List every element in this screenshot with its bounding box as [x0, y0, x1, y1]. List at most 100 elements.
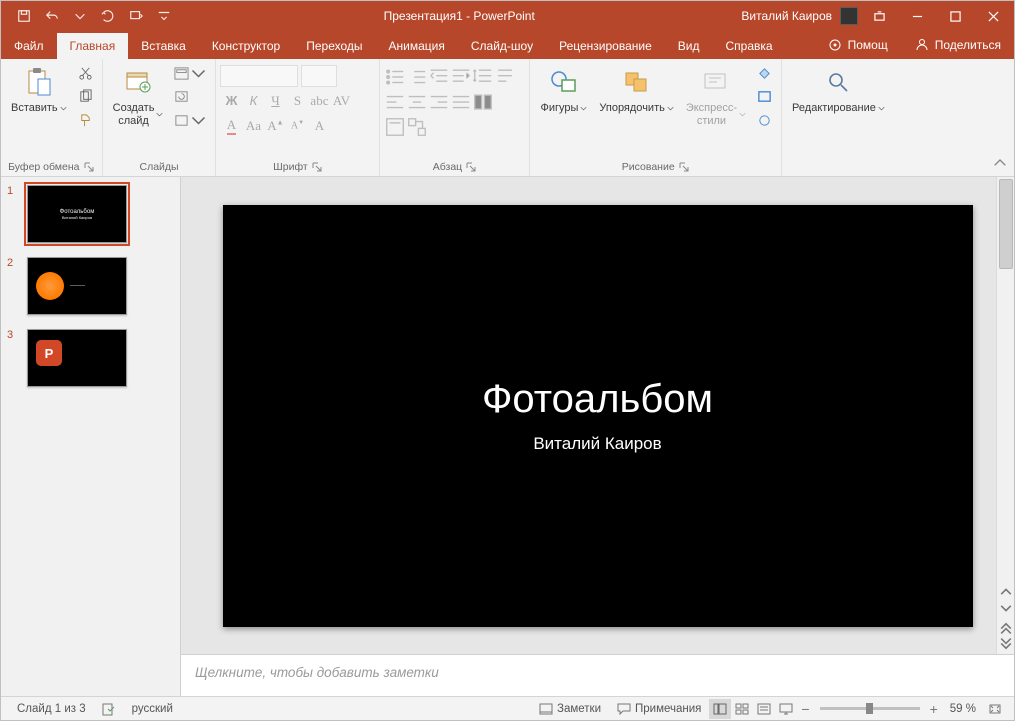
- shape-outline-button[interactable]: [754, 86, 775, 108]
- comments-toggle[interactable]: Примечания: [609, 703, 709, 715]
- tab-animations[interactable]: Анимация: [376, 33, 458, 59]
- strikethrough-button[interactable]: S: [286, 90, 308, 112]
- prev-slide-icon[interactable]: [998, 619, 1014, 635]
- increase-indent-button[interactable]: [450, 66, 472, 88]
- char-spacing-button[interactable]: AV: [330, 90, 352, 112]
- align-right-button[interactable]: [428, 91, 450, 113]
- notes-pane[interactable]: Щелкните, чтобы добавить заметки: [181, 654, 1014, 696]
- save-icon[interactable]: [11, 3, 37, 29]
- tab-review[interactable]: Рецензирование: [546, 33, 665, 59]
- font-launcher-icon[interactable]: [312, 162, 323, 173]
- slide-counter[interactable]: Слайд 1 из 3: [9, 703, 94, 715]
- scroll-down-icon[interactable]: [998, 601, 1014, 617]
- line-spacing-button[interactable]: [472, 66, 494, 88]
- normal-view-icon[interactable]: [709, 699, 731, 719]
- zoom-in-icon[interactable]: +: [930, 701, 938, 717]
- bold-button[interactable]: Ж: [220, 90, 242, 112]
- thumb-number: 2: [7, 257, 13, 269]
- tab-slideshow[interactable]: Слайд-шоу: [458, 33, 546, 59]
- shrink-font-button[interactable]: A▼: [286, 115, 308, 137]
- user-avatar[interactable]: [840, 7, 858, 25]
- language-indicator[interactable]: русский: [124, 703, 181, 715]
- clipboard-launcher-icon[interactable]: [84, 162, 95, 173]
- undo-icon[interactable]: [39, 3, 65, 29]
- align-center-button[interactable]: [406, 91, 428, 113]
- zoom-out-icon[interactable]: −: [801, 701, 809, 717]
- format-painter-button[interactable]: [75, 109, 96, 131]
- thumb-number: 1: [7, 185, 13, 197]
- shape-effects-button[interactable]: [754, 109, 775, 131]
- tab-insert[interactable]: Вставка: [128, 33, 199, 59]
- tell-me[interactable]: Помощ: [814, 31, 901, 59]
- slide-thumbnail-pane[interactable]: 1 ФотоальбомВиталий Каиров 2 ——— 3 P: [1, 177, 181, 696]
- ribbon: Вставить Буфер обмена Создать слайд Слай…: [1, 59, 1014, 177]
- smartart-button[interactable]: [406, 116, 428, 138]
- maximize-icon[interactable]: [938, 1, 972, 31]
- share-button[interactable]: Поделиться: [901, 31, 1014, 59]
- section-button[interactable]: [171, 109, 209, 131]
- font-color-button[interactable]: A: [220, 115, 242, 137]
- scrollbar-thumb[interactable]: [999, 179, 1013, 269]
- reading-view-icon[interactable]: [753, 699, 775, 719]
- slide-canvas[interactable]: Фотоальбом Виталий Каиров: [223, 205, 973, 627]
- start-from-beginning-icon[interactable]: [123, 3, 149, 29]
- slideshow-view-icon[interactable]: [775, 699, 797, 719]
- font-name-combo[interactable]: [220, 65, 298, 87]
- slide-sorter-view-icon[interactable]: [731, 699, 753, 719]
- change-case-button[interactable]: Aa: [242, 115, 264, 137]
- reset-slide-button[interactable]: [171, 86, 209, 108]
- paste-button[interactable]: Вставить: [5, 62, 73, 118]
- slide-canvas-viewport[interactable]: Фотоальбом Виталий Каиров: [181, 177, 1014, 654]
- decrease-indent-button[interactable]: [428, 66, 450, 88]
- editing-button[interactable]: Редактирование: [786, 62, 891, 118]
- vertical-scrollbar[interactable]: [996, 177, 1014, 654]
- close-icon[interactable]: [976, 1, 1010, 31]
- collapse-ribbon-icon[interactable]: [992, 156, 1008, 172]
- zoom-level[interactable]: 59 %: [942, 703, 984, 715]
- spellcheck-icon[interactable]: [94, 702, 124, 716]
- slide-thumb-3[interactable]: 3 P: [27, 329, 172, 387]
- cut-button[interactable]: [75, 63, 96, 85]
- bullets-button[interactable]: [384, 66, 406, 88]
- quick-styles-button[interactable]: Экспресс- стили: [680, 62, 752, 130]
- italic-button[interactable]: К: [242, 90, 264, 112]
- font-size-combo[interactable]: [301, 65, 337, 87]
- align-left-button[interactable]: [384, 91, 406, 113]
- align-text-button[interactable]: [384, 116, 406, 138]
- columns-button[interactable]: [472, 91, 494, 113]
- shapes-button[interactable]: Фигуры: [534, 62, 593, 118]
- qat-customize-icon[interactable]: [151, 3, 177, 29]
- minimize-icon[interactable]: [900, 1, 934, 31]
- arrange-button[interactable]: Упорядочить: [593, 62, 679, 118]
- tab-file[interactable]: Файл: [1, 33, 57, 59]
- tab-home[interactable]: Главная: [57, 33, 129, 59]
- scroll-up-icon[interactable]: [998, 583, 1014, 599]
- slide-layout-button[interactable]: [171, 63, 209, 85]
- tab-help[interactable]: Справка: [712, 33, 785, 59]
- notes-toggle[interactable]: Заметки: [531, 703, 609, 715]
- grow-font-button[interactable]: A▲: [264, 115, 286, 137]
- redo-icon[interactable]: [95, 3, 121, 29]
- zoom-slider[interactable]: [820, 707, 920, 710]
- zoom-slider-knob[interactable]: [866, 703, 873, 714]
- numbering-button[interactable]: [406, 66, 428, 88]
- tab-view[interactable]: Вид: [665, 33, 713, 59]
- clear-format-button[interactable]: A: [308, 115, 330, 137]
- new-slide-button[interactable]: Создать слайд: [107, 62, 170, 130]
- paragraph-launcher-icon[interactable]: [466, 162, 477, 173]
- justify-button[interactable]: [450, 91, 472, 113]
- undo-dropdown-icon[interactable]: [67, 3, 93, 29]
- drawing-launcher-icon[interactable]: [679, 162, 690, 173]
- slide-thumb-2[interactable]: 2 ———: [27, 257, 172, 315]
- ribbon-display-icon[interactable]: [862, 1, 896, 31]
- shape-fill-button[interactable]: [754, 63, 775, 85]
- next-slide-icon[interactable]: [998, 637, 1014, 653]
- text-direction-button[interactable]: [494, 66, 516, 88]
- slide-thumb-1[interactable]: 1 ФотоальбомВиталий Каиров: [27, 185, 172, 243]
- copy-button[interactable]: [75, 86, 96, 108]
- tab-design[interactable]: Конструктор: [199, 33, 293, 59]
- tab-transitions[interactable]: Переходы: [293, 33, 375, 59]
- fit-to-window-icon[interactable]: [984, 699, 1006, 719]
- underline-button[interactable]: Ч: [264, 90, 286, 112]
- shadow-button[interactable]: abc: [308, 90, 330, 112]
